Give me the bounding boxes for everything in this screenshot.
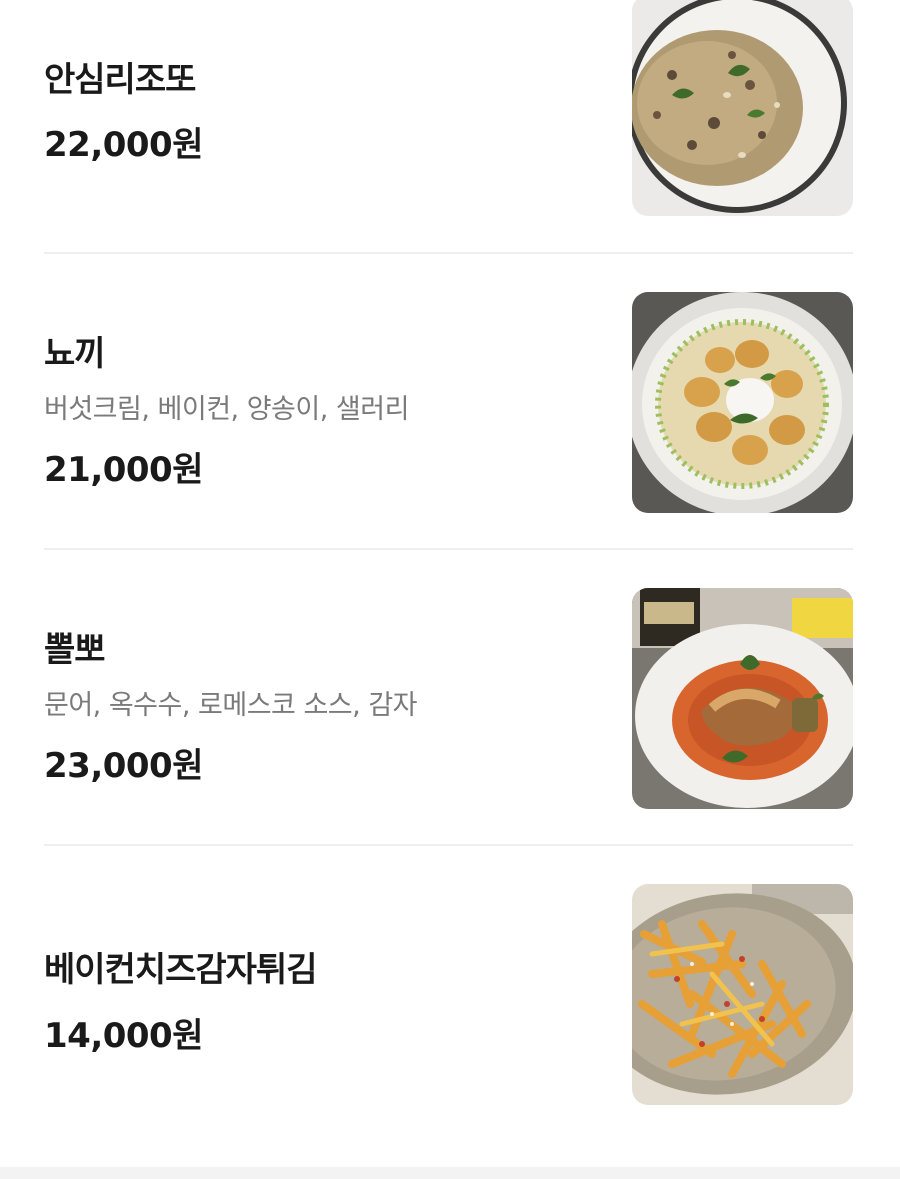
menu-item-bacon-cheese-fries[interactable]: 베이컨치즈감자튀김 14,000원 <box>0 846 900 1166</box>
menu-item-name: 뇨끼 <box>44 334 106 374</box>
menu-item-polpo[interactable]: 뽈뽀 문어, 옥수수, 로메스코 소스, 감자 23,000원 <box>0 550 900 846</box>
menu-item-name: 베이컨치즈감자튀김 <box>44 950 318 990</box>
bottom-section-divider <box>0 1167 900 1179</box>
gnocchi-photo[interactable] <box>632 292 853 513</box>
risotto-photo[interactable] <box>632 0 853 216</box>
menu-item-risotto[interactable]: 안심리조또 22,000원 <box>0 0 900 253</box>
menu-item-name: 안심리조또 <box>44 60 196 100</box>
menu-item-name: 뽈뽀 <box>44 630 106 670</box>
menu-item-price: 21,000원 <box>44 450 203 490</box>
menu-item-description: 버섯크림, 베이컨, 양송이, 샐러리 <box>44 394 409 425</box>
menu-item-price: 14,000원 <box>44 1016 203 1056</box>
menu-item-price: 23,000원 <box>44 746 203 786</box>
polpo-photo[interactable] <box>632 588 853 809</box>
menu-list: 안심리조또 22,000원 뇨끼 버섯크림, 베이컨, 양송이, 샐러리 21,… <box>0 0 900 1179</box>
bacon-cheese-fries-photo[interactable] <box>632 884 853 1105</box>
menu-item-gnocchi[interactable]: 뇨끼 버섯크림, 베이컨, 양송이, 샐러리 21,000원 <box>0 254 900 550</box>
menu-item-description: 문어, 옥수수, 로메스코 소스, 감자 <box>44 690 418 721</box>
menu-item-price: 22,000원 <box>44 125 203 165</box>
